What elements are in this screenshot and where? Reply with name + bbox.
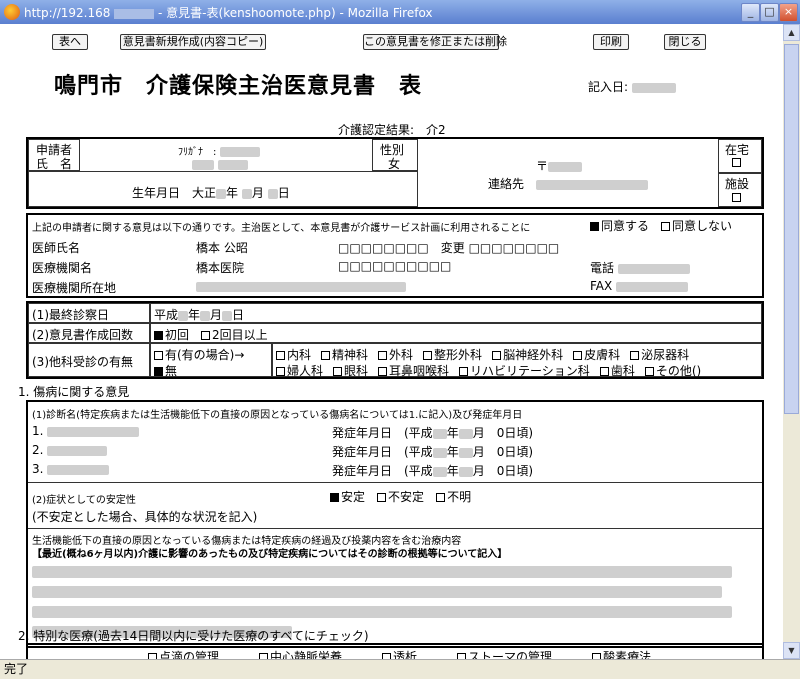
- status-bar: 完了: [0, 659, 800, 679]
- edit-delete-button[interactable]: この意見書を修正または削除: [363, 34, 507, 50]
- course-redacted-2: [32, 584, 722, 598]
- maximize-button[interactable]: □: [760, 3, 779, 22]
- dept-option[interactable]: 整形外科: [423, 348, 482, 362]
- fax: FAX: [590, 279, 689, 293]
- stability-label: (2)症状としての安定性: [32, 495, 136, 506]
- dept-option[interactable]: 耳鼻咽喉科: [378, 364, 449, 378]
- print-button[interactable]: 印刷: [593, 34, 629, 50]
- institution-address: [196, 279, 406, 293]
- course-redacted-3: [32, 604, 732, 618]
- report-count-label: (2)意見書作成回数: [32, 328, 133, 342]
- dept-option[interactable]: 精神科: [321, 348, 368, 362]
- window-titlebar: http://192.168 - 意見書-表(kenshoomote.php) …: [0, 0, 800, 24]
- facility-checkbox[interactable]: [732, 190, 743, 204]
- special-care-option[interactable]: 点滴の管理: [148, 650, 219, 659]
- applicant-name: [192, 157, 248, 171]
- institution-name: 橋本医院: [196, 261, 245, 275]
- doctor-box: 上記の申請者に関する意見は以下の通りです。主治医として、本意見書が介護サービス計…: [26, 213, 764, 298]
- institution-address-label: 医療機関所在地: [32, 281, 117, 295]
- minimize-button[interactable]: _: [741, 3, 760, 22]
- birth-date: 生年月日 大正年 月 日: [132, 186, 290, 200]
- firefox-icon: [4, 4, 20, 20]
- doctor-name-label: 医師氏名: [32, 241, 81, 255]
- dept-option[interactable]: 脳神経外科: [492, 348, 563, 362]
- section2-title: 2. 特別な医療(過去14日間以内に受けた医療のすべてにチェック): [18, 629, 369, 643]
- furigana-label: ﾌﾘｶﾞﾅ :: [178, 143, 260, 158]
- course-redacted-1: [32, 564, 732, 578]
- visit-box: (1)最終診察日 平成年月日 (2)意見書作成回数 初回 2回目以上 (3)他科…: [26, 301, 764, 379]
- close-window-button[interactable]: ×: [779, 3, 798, 22]
- dept-row-2: 婦人科 眼科 耳鼻咽喉科 リハビリテーション科 歯科 その他(): [276, 362, 711, 379]
- dept-option[interactable]: 皮膚科: [573, 348, 620, 362]
- redacted-date: [631, 82, 676, 93]
- section2-box: 点滴の管理 中心静脈栄養 透析 ストーマの管理 酸素療法: [26, 643, 764, 659]
- applicant-name-label: 氏 名: [36, 157, 73, 171]
- page-title: 鳴門市 介護保険主治医意見書 表: [54, 74, 423, 99]
- diagnosis-1: 1.: [32, 424, 140, 438]
- last-visit-label: (1)最終診察日: [32, 308, 109, 322]
- window-title: http://192.168 - 意見書-表(kenshoomote.php) …: [24, 6, 433, 20]
- entry-date: 記入日:: [588, 78, 676, 95]
- onset-1: 発症年月日 (平成年月 0日頃): [332, 426, 534, 440]
- scroll-down-icon[interactable]: ▼: [783, 642, 800, 659]
- other-dept-label: (3)他科受診の有無: [32, 355, 133, 369]
- applicant-box: 申請者 氏 名 ﾌﾘｶﾞﾅ : 生年月日 大正年 月 日 性別 女 〒 連絡先 …: [26, 137, 764, 209]
- contact-address: 連絡先: [488, 175, 649, 192]
- redacted-ip: [114, 8, 155, 19]
- vertical-scrollbar[interactable]: ▲ ▼: [783, 24, 800, 659]
- care-result: 介護認定結果: 介2: [338, 123, 446, 137]
- unstable-note: (不安定とした場合、具体的な状況を記入): [32, 510, 258, 524]
- other-dept-no[interactable]: 無: [154, 362, 177, 379]
- institution-boxes: □□□□□□□□□□: [338, 259, 452, 273]
- scroll-up-icon[interactable]: ▲: [783, 24, 800, 41]
- last-visit-date: 平成年月日: [154, 308, 245, 322]
- institution-label: 医療機関名: [32, 261, 93, 275]
- special-care-option[interactable]: 酸素療法: [592, 650, 651, 659]
- section1-title: 1. 傷病に関する意見: [18, 385, 130, 399]
- course-label-2: 【最近(概ね6ヶ月以内)介護に影響のあったもの及び特定疾病についてはその診断の根…: [32, 549, 508, 560]
- special-care-items: 点滴の管理 中心静脈栄養 透析 ストーマの管理 酸素療法: [148, 648, 691, 659]
- agreement-text: 上記の申請者に関する意見は以下の通りです。主治医として、本意見書が介護サービス計…: [32, 223, 531, 234]
- dept-option[interactable]: 外科: [378, 348, 413, 362]
- close-button[interactable]: 閉じる: [664, 34, 706, 50]
- doctor-name-boxes: □□□□□□□□ 変更 □□□□□□□□: [338, 241, 560, 255]
- onset-3: 発症年月日 (平成年月 0日頃): [332, 464, 534, 478]
- special-care-option[interactable]: 中心静脈栄養: [259, 650, 342, 659]
- agree-option[interactable]: 同意する 同意しない: [590, 217, 732, 234]
- postal-code: 〒: [536, 157, 583, 174]
- dept-option[interactable]: 泌尿器科: [630, 348, 689, 362]
- scroll-thumb[interactable]: [784, 44, 799, 414]
- dept-option[interactable]: その他(): [644, 364, 701, 378]
- dept-option[interactable]: 婦人科: [276, 364, 323, 378]
- onset-2: 発症年月日 (平成年月 0日頃): [332, 445, 534, 459]
- dept-row-1: 内科 精神科 外科 整形外科 脳神経外科 皮膚科 泌尿器科: [276, 346, 699, 363]
- dept-option[interactable]: 内科: [276, 348, 311, 362]
- diagnosis-2: 2.: [32, 443, 108, 457]
- dept-option[interactable]: 歯科: [599, 364, 635, 378]
- diagnosis-label: (1)診断名(特定疾病または生活機能低下の直接の原因となっている傷病名については…: [32, 410, 523, 421]
- gender-value: 女: [388, 157, 401, 171]
- other-dept-yes[interactable]: 有(有の場合)→: [154, 346, 244, 363]
- dept-option[interactable]: リハビリテーション科: [459, 364, 590, 378]
- special-care-option[interactable]: ストーマの管理: [457, 650, 552, 659]
- stability-options[interactable]: 安定 不安定 不明: [330, 488, 471, 505]
- doctor-name: 橋本 公昭: [196, 241, 248, 255]
- new-copy-button[interactable]: 意見書新規作成(内容コピー): [120, 34, 266, 50]
- phone: 電話: [590, 259, 690, 276]
- special-care-option[interactable]: 透析: [382, 650, 417, 659]
- report-count-options[interactable]: 初回 2回目以上: [154, 326, 268, 343]
- diagnosis-3: 3.: [32, 462, 110, 476]
- page-viewport: 表へ 意見書新規作成(内容コピー) この意見書を修正または削除 印刷 閉じる 鳴…: [0, 24, 783, 659]
- back-button[interactable]: 表へ: [52, 34, 88, 50]
- dept-option[interactable]: 眼科: [333, 364, 368, 378]
- home-checkbox[interactable]: [732, 155, 743, 169]
- section1-box: (1)診断名(特定疾病または生活機能低下の直接の原因となっている傷病名については…: [26, 400, 764, 648]
